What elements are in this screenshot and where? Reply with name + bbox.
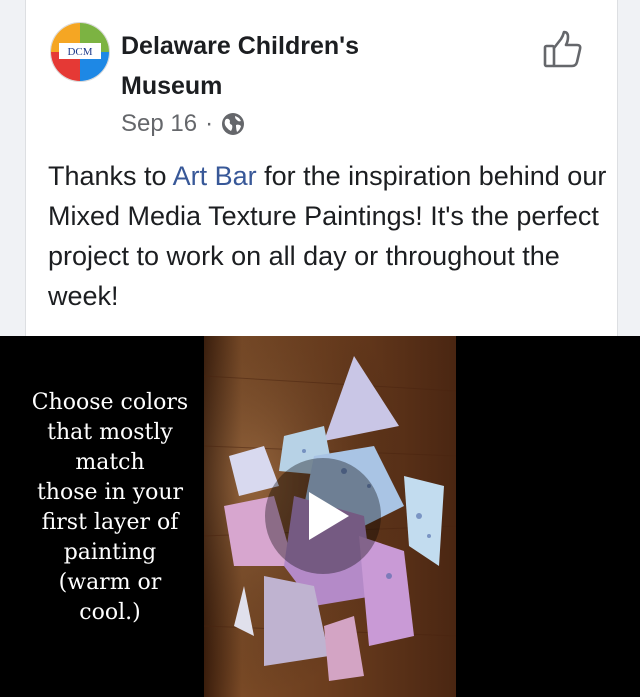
video-caption: Choose colors that mostly match those in… <box>31 390 189 625</box>
page-avatar[interactable]: DCM <box>50 22 110 82</box>
thumbs-up-icon[interactable] <box>541 28 585 72</box>
art-bar-link[interactable]: Art Bar <box>173 161 257 191</box>
post-message: Thanks to Art Bar for the inspiration be… <box>48 156 608 316</box>
page-name-link[interactable]: Delaware Children's Museum <box>121 26 461 106</box>
globe-icon <box>221 112 245 136</box>
post-card: DCM Delaware Children's Museum Sep 16 · … <box>25 0 618 336</box>
post-date[interactable]: Sep 16 <box>121 110 197 138</box>
avatar-logo-text: DCM <box>67 46 92 58</box>
meta-separator: · <box>205 110 214 137</box>
video-player[interactable]: Choose colors that mostly match those in… <box>0 336 640 697</box>
post-meta: Sep 16 · <box>121 107 245 141</box>
play-icon[interactable] <box>263 456 383 576</box>
post-text-intro: Thanks to <box>48 161 173 191</box>
